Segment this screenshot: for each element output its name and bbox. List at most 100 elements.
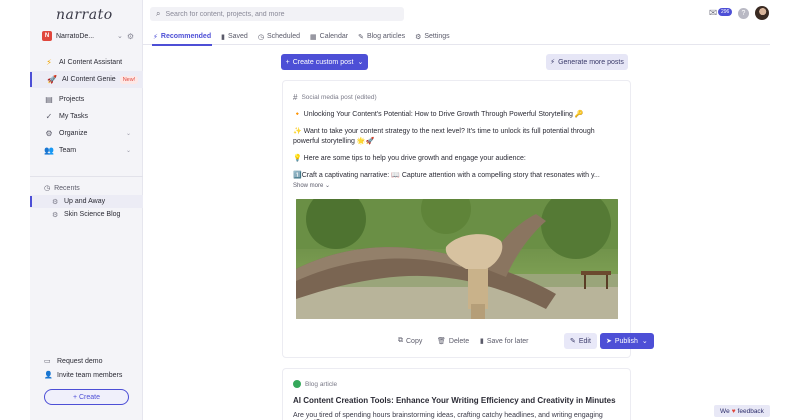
button-label: Delete bbox=[448, 337, 470, 345]
mail-icon[interactable]: ✉ bbox=[709, 8, 717, 19]
sidebar-item-label: Organize bbox=[59, 130, 88, 137]
sidebar-item-label: My Tasks bbox=[59, 113, 89, 120]
gear-icon: ⚙ bbox=[415, 33, 422, 41]
button-label: Publish bbox=[614, 337, 638, 345]
sidebar-item-team[interactable]: 👥 Team ⌄ bbox=[30, 142, 143, 159]
check-icon: ✓ bbox=[45, 112, 53, 121]
mail-count-badge: 296 bbox=[718, 8, 733, 16]
bookmark-icon: ▮ bbox=[480, 338, 484, 345]
divider bbox=[30, 176, 143, 177]
gear-icon[interactable]: ⚙ bbox=[127, 32, 134, 41]
button-label: Copy bbox=[406, 337, 423, 345]
tab-calendar[interactable]: ▦ Calendar bbox=[305, 28, 353, 45]
blog-article-card: Blog article AI Content Creation Tools: … bbox=[282, 368, 631, 420]
lightning-icon: ⚡ bbox=[550, 59, 556, 66]
tab-label: Blog articles bbox=[366, 33, 406, 40]
user-plus-icon: 👤 bbox=[44, 372, 53, 379]
workspace-switcher[interactable]: N NarratoDe... ⌄ ⚙ bbox=[42, 30, 134, 42]
request-demo-link[interactable]: ▭ Request demo bbox=[44, 357, 103, 366]
post-type: Blog article bbox=[293, 380, 337, 388]
avatar[interactable] bbox=[755, 6, 769, 20]
recents-heading: ◷ Recents bbox=[44, 184, 80, 193]
delete-button[interactable]: 🗑 Delete bbox=[437, 333, 469, 349]
feedback-button[interactable]: We ♥ feedback bbox=[714, 405, 770, 417]
tab-recommended[interactable]: ⚡ Recommended bbox=[148, 28, 216, 46]
clock-icon: ◷ bbox=[44, 185, 51, 192]
recent-item-up-and-away[interactable]: ⚙ Up and Away bbox=[30, 195, 143, 208]
tab-saved[interactable]: ▮ Saved bbox=[216, 28, 253, 45]
search-input[interactable] bbox=[165, 10, 386, 18]
sidebar-item-organize[interactable]: ⚙ Organize ⌄ bbox=[30, 125, 143, 142]
invite-team-link[interactable]: 👤 Invite team members bbox=[44, 371, 123, 380]
button-label: Edit bbox=[578, 337, 591, 345]
sidebar-item-my-tasks[interactable]: ✓ My Tasks bbox=[30, 108, 143, 125]
tab-scheduled[interactable]: ◷ Scheduled bbox=[253, 28, 305, 45]
team-icon: 👥 bbox=[44, 146, 54, 155]
sidebar-item-ai-content-genie[interactable]: 🚀 AI Content Genie New! bbox=[30, 71, 143, 88]
recents-list: ⚙ Up and Away ⚙ Skin Science Blog bbox=[30, 195, 143, 221]
new-badge: New! bbox=[119, 75, 139, 84]
post-type: # Social media post (edited) bbox=[293, 93, 377, 102]
lightning-icon: ⚡ bbox=[46, 58, 52, 67]
recents-label: Recents bbox=[54, 184, 80, 192]
top-bar: ⌕ ✉ 296 ? bbox=[143, 0, 770, 28]
quill-icon: ✎ bbox=[358, 33, 364, 41]
help-icon[interactable]: ? bbox=[738, 8, 749, 19]
tree-hand-illustration bbox=[296, 199, 618, 319]
article-title: AI Content Creation Tools: Enhance Your … bbox=[293, 396, 616, 405]
gear-icon: ⚙ bbox=[52, 198, 59, 206]
sidebar: narrato N NarratoDe... ⌄ ⚙ ⚡ AI Content … bbox=[30, 0, 143, 420]
edit-button[interactable]: ✎ Edit bbox=[564, 333, 597, 349]
workspace-avatar: N bbox=[42, 31, 52, 41]
sidebar-item-label: AI Content Assistant bbox=[59, 59, 123, 66]
lightning-icon: ⚡ bbox=[153, 33, 158, 41]
feedback-pre: We bbox=[720, 407, 730, 415]
post-paragraph: ✨ Want to take your content strategy to … bbox=[293, 128, 595, 145]
publish-button[interactable]: ➤ Publish ⌄ bbox=[600, 333, 654, 349]
button-label: Generate more posts bbox=[558, 58, 624, 66]
post-paragraph: 🔸 Unlocking Your Content's Potential: Ho… bbox=[293, 111, 584, 118]
bookmark-icon: ▮ bbox=[221, 33, 225, 41]
copy-button[interactable]: ⧉ Copy bbox=[398, 333, 422, 349]
sidebar-item-projects[interactable]: ▤ Projects bbox=[30, 91, 143, 108]
copy-icon: ⧉ bbox=[398, 337, 403, 344]
post-actions: ⧉ Copy 🗑 Delete ▮ Save for later ✎ Edit … bbox=[283, 333, 654, 349]
monitor-icon: ▭ bbox=[44, 358, 51, 365]
tab-label: Recommended bbox=[160, 33, 212, 40]
recent-item-label: Skin Science Blog bbox=[64, 211, 121, 218]
search-bar[interactable]: ⌕ bbox=[150, 7, 404, 21]
sidebar-item-label: AI Content Genie bbox=[62, 76, 116, 83]
calendar-icon: ▦ bbox=[310, 33, 317, 41]
show-more-link[interactable]: Show more ⌄ bbox=[293, 182, 330, 189]
tab-label: Settings bbox=[424, 33, 450, 40]
trash-icon: 🗑 bbox=[437, 338, 446, 345]
sidebar-item-label: Team bbox=[59, 147, 77, 154]
chevron-down-icon[interactable]: ⌄ bbox=[117, 32, 123, 40]
send-icon: ➤ bbox=[606, 338, 612, 345]
invite-team-label: Invite team members bbox=[57, 371, 123, 379]
gear-icon: ⚙ bbox=[52, 211, 59, 219]
pencil-icon: ✎ bbox=[570, 338, 576, 345]
tab-label: Calendar bbox=[319, 33, 349, 40]
sidebar-item-label: Projects bbox=[59, 96, 85, 103]
tab-blog-articles[interactable]: ✎ Blog articles bbox=[353, 28, 410, 45]
article-excerpt: Are you tired of spending hours brainsto… bbox=[293, 412, 603, 420]
heart-icon: ♥ bbox=[731, 407, 736, 415]
recent-item-label: Up and Away bbox=[64, 198, 106, 205]
sidebar-nav: ⚡ AI Content Assistant 🚀 AI Content Geni… bbox=[30, 54, 143, 159]
app-frame: narrato N NarratoDe... ⌄ ⚙ ⚡ AI Content … bbox=[30, 0, 770, 420]
tab-label: Scheduled bbox=[266, 33, 301, 40]
sidebar-item-ai-content-assistant[interactable]: ⚡ AI Content Assistant bbox=[30, 54, 143, 71]
save-for-later-button[interactable]: ▮ Save for later bbox=[480, 333, 529, 349]
post-image bbox=[296, 199, 618, 319]
rocket-icon: 🚀 bbox=[47, 75, 57, 84]
workspace-name: NarratoDe... bbox=[56, 32, 95, 40]
generate-more-posts-button[interactable]: ⚡ Generate more posts bbox=[546, 54, 628, 70]
create-custom-post-button[interactable]: + Create custom post ⌄ bbox=[281, 54, 368, 70]
create-button[interactable]: + Create bbox=[44, 389, 129, 405]
app-logo[interactable]: narrato bbox=[56, 7, 113, 23]
recent-item-skin-science-blog[interactable]: ⚙ Skin Science Blog bbox=[30, 208, 143, 221]
tab-settings[interactable]: ⚙ Settings bbox=[410, 28, 455, 45]
search-icon: ⌕ bbox=[156, 9, 161, 18]
hashtag-icon: # bbox=[293, 93, 298, 102]
